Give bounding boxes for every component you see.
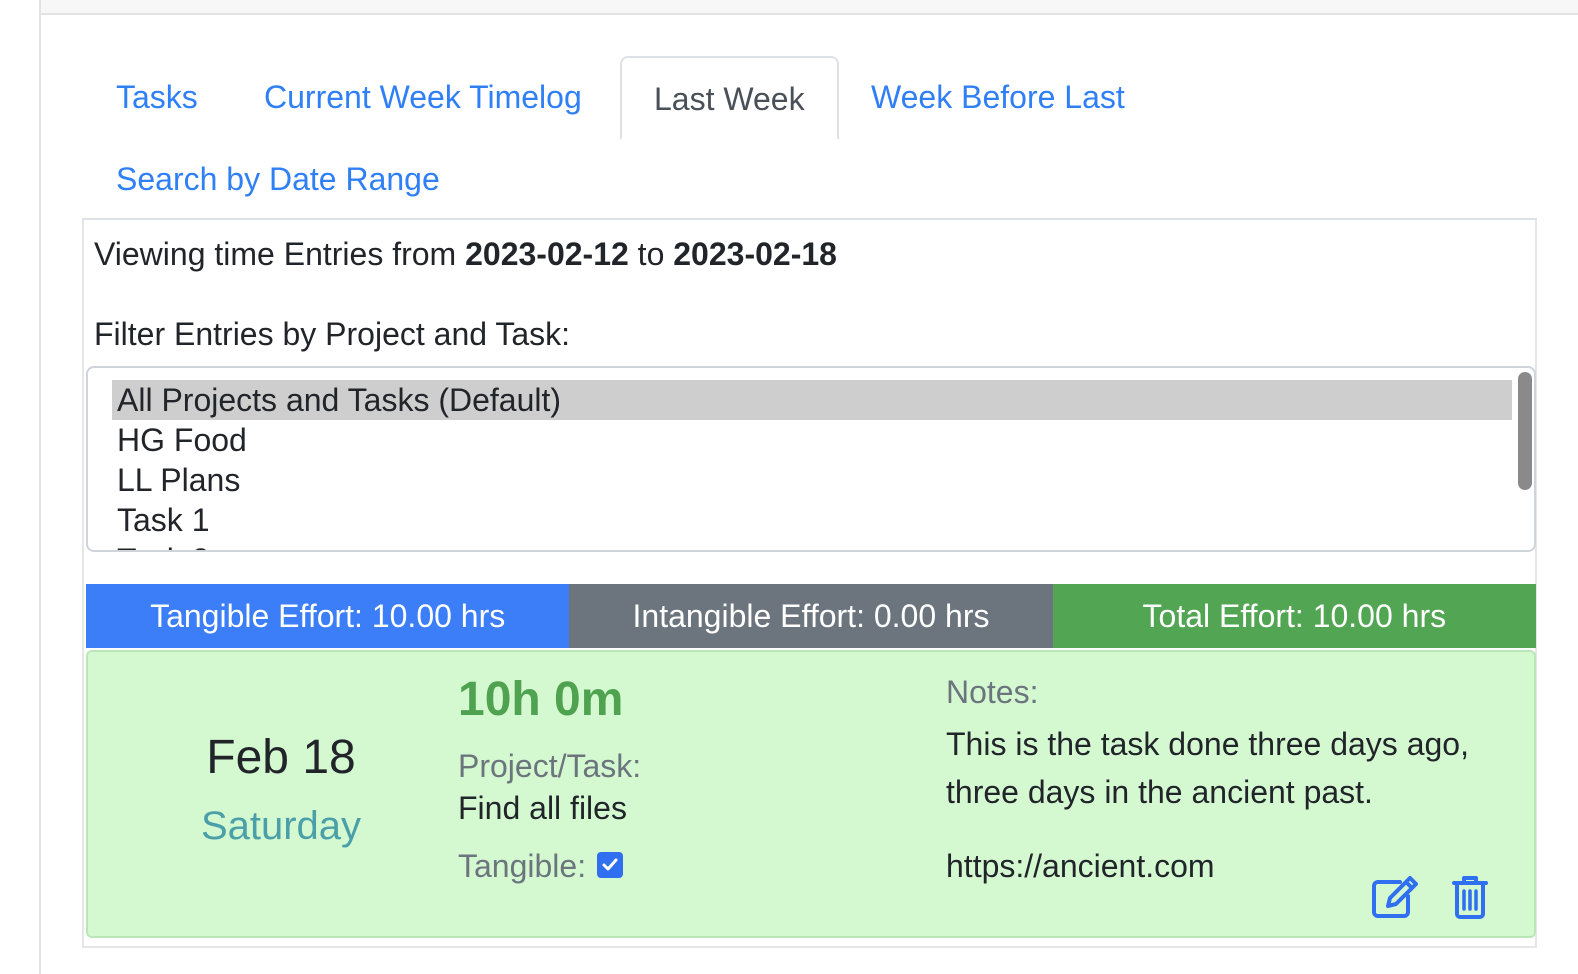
viewing-from-date: 2023-02-12 (465, 236, 629, 272)
notes-text: This is the task done three days ago, th… (946, 726, 1469, 810)
tab-search-by-date-range[interactable]: Search by Date Range (116, 138, 440, 220)
tab-content-pane: Viewing time Entries from 2023-02-12 to … (82, 220, 1537, 948)
time-entry-card: Feb 18 Saturday 10h 0m Project/Task: Fin… (86, 650, 1536, 938)
tab-bar: Tasks Current Week Timelog Last Week Wee… (82, 56, 1537, 220)
filter-option[interactable]: Task 2 (112, 540, 1512, 550)
tab-current-week-timelog[interactable]: Current Week Timelog (264, 56, 582, 138)
viewing-to-date: 2023-02-18 (673, 236, 837, 272)
trash-icon[interactable] (1450, 874, 1490, 925)
entry-date: Feb 18 (206, 731, 356, 784)
edit-icon[interactable] (1370, 874, 1420, 925)
tangible-label: Tangible: (458, 848, 587, 884)
project-task-label: Project/Task: (458, 748, 642, 784)
filter-label: Filter Entries by Project and Task: (94, 316, 571, 352)
notes-label: Notes: (946, 674, 1039, 710)
entry-duration: 10h 0m (458, 673, 624, 726)
filter-option[interactable]: All Projects and Tasks (Default) (112, 380, 1512, 420)
filter-option[interactable]: Task 1 (112, 500, 1512, 540)
intangible-effort: Intangible Effort: 0.00 hrs (569, 584, 1053, 648)
viewing-range-text: Viewing time Entries from 2023-02-12 to … (94, 236, 837, 273)
project-task-value: Find all files (458, 790, 627, 826)
tab-week-before-last[interactable]: Week Before Last (871, 56, 1125, 138)
viewing-prefix: Viewing time Entries from (94, 236, 457, 272)
listbox-scrollbar[interactable] (1518, 372, 1532, 490)
filter-option[interactable]: LL Plans (112, 460, 1512, 500)
top-strip (41, 0, 1578, 15)
tangible-checkbox[interactable] (597, 852, 623, 878)
entry-weekday: Saturday (200, 804, 362, 848)
viewing-middle: to (637, 236, 665, 272)
notes-link: https://ancient.com (946, 848, 1215, 884)
tab-last-week[interactable]: Last Week (620, 56, 839, 140)
project-task-filter-listbox[interactable]: All Projects and Tasks (Default) HG Food… (86, 366, 1536, 552)
check-icon (602, 858, 618, 871)
tangible-effort: Tangible Effort: 10.00 hrs (86, 584, 570, 648)
total-effort: Total Effort: 10.00 hrs (1052, 584, 1536, 648)
effort-summary-bar: Tangible Effort: 10.00 hrs Intangible Ef… (86, 584, 1536, 648)
filter-option[interactable]: HG Food (112, 420, 1512, 460)
left-rail (0, 0, 41, 974)
tab-tasks[interactable]: Tasks (116, 56, 198, 138)
